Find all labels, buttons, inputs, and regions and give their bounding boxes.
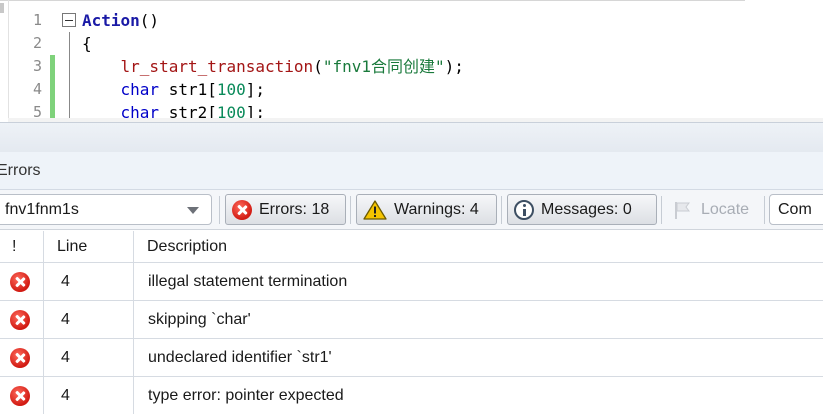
toolbar-divider bbox=[501, 196, 502, 224]
errors-panel-header: Errors bbox=[0, 152, 823, 190]
toolbar-divider bbox=[764, 196, 765, 224]
info-icon bbox=[514, 199, 534, 220]
messages-filter-label: Messages: 0 bbox=[541, 200, 632, 218]
code-text: lr_start_transaction("fnv1合同创建"); bbox=[82, 55, 464, 78]
code-line-1[interactable]: 1 Action() bbox=[0, 9, 823, 32]
errors-table: ! Line Description 4 illegal statement t… bbox=[0, 231, 823, 414]
panel-title: Errors bbox=[0, 162, 41, 179]
line-number: 2 bbox=[32, 34, 42, 52]
table-row[interactable]: 4 skipping `char' bbox=[0, 301, 823, 339]
compile-label: Com bbox=[778, 200, 812, 218]
code-line-3[interactable]: 3 lr_start_transaction("fnv1合同创建"); bbox=[0, 55, 823, 78]
code-token: Action bbox=[82, 11, 140, 30]
severity-column-header[interactable]: ! bbox=[12, 231, 16, 263]
error-icon bbox=[10, 386, 30, 406]
code-token: ); bbox=[444, 57, 464, 76]
description-cell: skipping `char' bbox=[148, 311, 251, 328]
warning-icon bbox=[363, 199, 387, 220]
modified-line-marker bbox=[50, 55, 55, 78]
fold-guide bbox=[69, 32, 70, 55]
line-cell: 4 bbox=[61, 349, 70, 366]
fold-collapse-icon[interactable] bbox=[62, 13, 76, 27]
line-cell: 4 bbox=[61, 311, 70, 328]
script-select[interactable]: fnv1fnm1s bbox=[0, 194, 212, 225]
table-header: ! Line Description bbox=[0, 231, 823, 263]
errors-toolbar: fnv1fnm1s Errors: 18 Warnings: 4 Message… bbox=[0, 190, 823, 230]
table-row[interactable]: 4 illegal statement termination bbox=[0, 263, 823, 301]
fold-guide bbox=[69, 55, 70, 78]
warnings-filter-label: Warnings: 4 bbox=[394, 200, 479, 218]
code-token: { bbox=[82, 34, 92, 53]
description-column-header[interactable]: Description bbox=[147, 231, 227, 263]
table-row[interactable]: 4 undeclared identifier `str1' bbox=[0, 339, 823, 377]
code-token: lr_start_transaction bbox=[120, 57, 314, 76]
toolbar-divider bbox=[661, 196, 662, 224]
locate-label: Locate bbox=[701, 200, 750, 218]
line-cell: 4 bbox=[61, 387, 70, 404]
warnings-filter-button[interactable]: Warnings: 4 bbox=[356, 194, 497, 225]
error-icon bbox=[10, 272, 30, 292]
code-token: "fnv1合同创建" bbox=[322, 57, 445, 76]
line-number: 4 bbox=[32, 80, 42, 98]
error-icon bbox=[10, 348, 30, 368]
messages-filter-button[interactable]: Messages: 0 bbox=[507, 194, 657, 225]
pane-splitter[interactable]: · · · · · · · · bbox=[0, 122, 823, 159]
code-text: char str1[100]; bbox=[82, 78, 266, 101]
fold-guide bbox=[69, 78, 70, 101]
description-cell: illegal statement termination bbox=[148, 273, 348, 290]
toolbar-divider bbox=[219, 196, 220, 224]
compile-button[interactable]: Com bbox=[769, 194, 823, 225]
code-text: { bbox=[82, 32, 92, 55]
errors-filter-label: Errors: 18 bbox=[259, 200, 330, 218]
code-text: Action() bbox=[82, 9, 159, 32]
script-select-value: fnv1fnm1s bbox=[5, 201, 79, 218]
code-token: ]; bbox=[245, 80, 266, 99]
error-icon bbox=[10, 310, 30, 330]
toolbar-divider bbox=[350, 196, 351, 224]
line-cell: 4 bbox=[61, 273, 70, 290]
errors-filter-button[interactable]: Errors: 18 bbox=[225, 194, 346, 225]
line-column-header[interactable]: Line bbox=[57, 231, 87, 263]
error-icon bbox=[232, 199, 252, 220]
code-line-4[interactable]: 4 char str1[100]; bbox=[0, 78, 823, 101]
code-token: str1[ bbox=[159, 80, 217, 99]
code-line-2[interactable]: 2 { bbox=[0, 32, 823, 55]
editor-top-border bbox=[0, 0, 745, 1]
code-token: () bbox=[139, 11, 160, 30]
code-token: ( bbox=[313, 57, 323, 76]
locate-flag-icon bbox=[672, 200, 694, 220]
description-cell: undeclared identifier `str1' bbox=[148, 349, 332, 366]
code-token: 100 bbox=[216, 80, 246, 99]
table-row[interactable]: 4 type error: pointer expected bbox=[0, 377, 823, 414]
line-number: 3 bbox=[32, 57, 42, 75]
modified-line-marker bbox=[50, 78, 55, 101]
chevron-down-icon[interactable] bbox=[187, 207, 199, 214]
locate-button[interactable]: Locate bbox=[665, 194, 760, 225]
code-token: char bbox=[120, 80, 160, 99]
line-number: 1 bbox=[32, 11, 42, 29]
description-cell: type error: pointer expected bbox=[148, 387, 344, 404]
code-editor[interactable]: 1 Action() 2 { 3 lr_start_transaction("f… bbox=[0, 0, 823, 122]
